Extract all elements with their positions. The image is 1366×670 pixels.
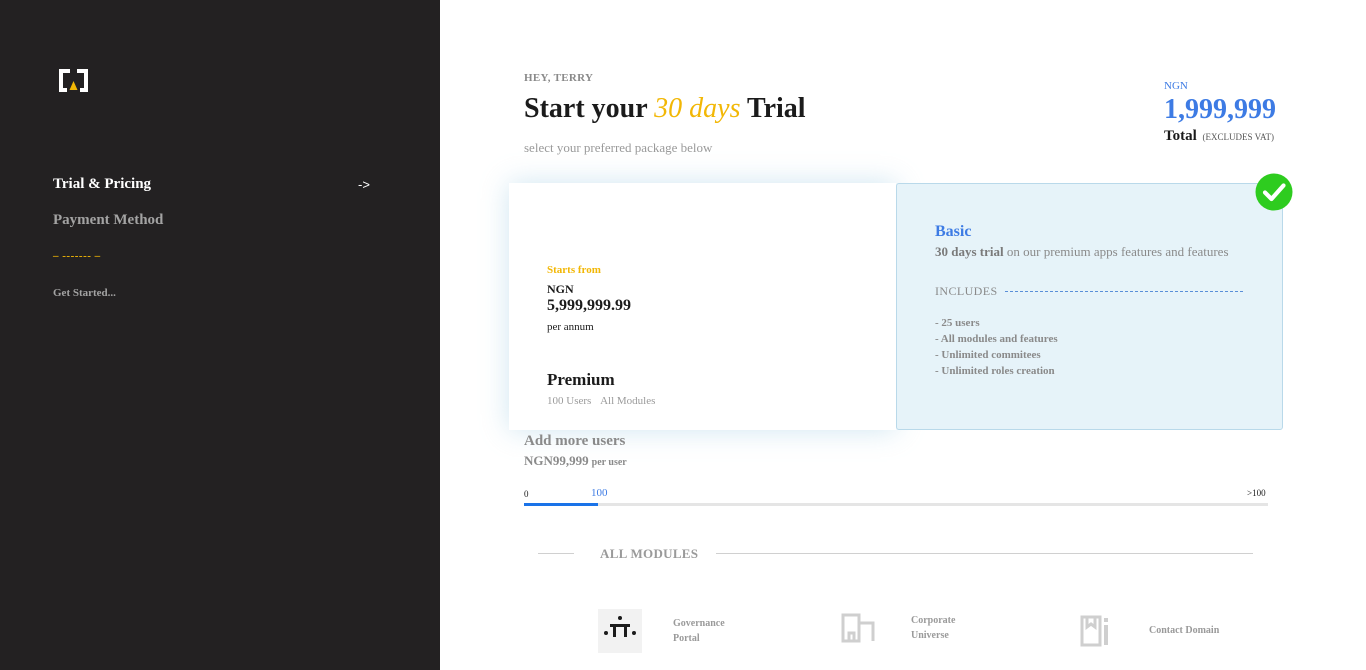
premium-features: 100 Users All Modules	[547, 395, 655, 407]
sidebar: Trial & Pricing -> Payment Method – ----…	[0, 0, 440, 670]
list-item: - All modules and features	[935, 333, 1058, 345]
list-item: - Unlimited commitees	[935, 349, 1041, 361]
corporate-universe-icon[interactable]	[837, 607, 881, 651]
module-label-line: Contact Domain	[1149, 625, 1220, 636]
module-label-corporate[interactable]: Corporate Universe	[911, 613, 955, 643]
nav-item-get-started[interactable]: Get Started...	[53, 287, 116, 299]
slider-min-label: 0	[524, 489, 529, 499]
nav-item-payment-method[interactable]: Payment Method	[53, 212, 163, 229]
basic-includes-list: - 25 users - All modules and features - …	[935, 315, 1058, 379]
total-currency: NGN	[1164, 80, 1188, 92]
modules-divider-right	[716, 553, 1253, 554]
basic-desc-rest: on our premium apps features and feature…	[1003, 244, 1229, 259]
add-users-price: NGN99,999 per user	[524, 453, 627, 469]
premium-currency: NGN	[547, 282, 574, 296]
total-amount: 1,999,999	[1164, 94, 1276, 125]
includes-divider	[1005, 291, 1243, 292]
contact-domain-icon[interactable]	[1076, 609, 1120, 653]
plan-card-premium[interactable]: Starts from NGN 5,999,999.99 per annum P…	[509, 183, 896, 430]
nav-divider: – ------- –	[53, 250, 101, 262]
premium-feature-modules: All Modules	[600, 395, 656, 407]
add-users-price-amount: NGN99,999	[524, 453, 589, 468]
modules-divider-left	[538, 553, 574, 554]
title-highlight: 30 days	[654, 93, 741, 124]
module-label-line: Universe	[911, 630, 949, 641]
greeting: HEY, TERRY	[524, 72, 594, 84]
basic-description: 30 days trial on our premium apps featur…	[935, 244, 1229, 260]
page-subtitle: select your preferred package below	[524, 140, 713, 155]
nav-item-trial-pricing[interactable]: Trial & Pricing	[53, 176, 151, 193]
add-users-per-user: per user	[591, 457, 627, 468]
nav-active-arrow: ->	[358, 177, 370, 192]
list-item: - 25 users	[935, 317, 980, 329]
basic-plan-name: Basic	[935, 223, 972, 240]
slider-value-label: 100	[591, 487, 608, 499]
title-prefix: Start your	[524, 93, 648, 124]
total-vat-note: (EXCLUDES VAT)	[1202, 132, 1274, 142]
title-suffix: Trial	[746, 93, 806, 124]
basic-desc-bold: 30 days trial	[935, 244, 1004, 259]
plan-card-basic[interactable]: Basic 30 days trial on our premium apps …	[896, 183, 1283, 430]
slider-max-label: >100	[1247, 488, 1266, 498]
premium-period: per annum	[547, 321, 594, 333]
check-circle-icon	[1255, 173, 1293, 211]
modules-heading: ALL MODULES	[600, 546, 699, 561]
total-label: Total (EXCLUDES VAT)	[1164, 128, 1274, 145]
module-label-line: Corporate	[911, 615, 956, 626]
bracket-logo-icon[interactable]	[59, 69, 88, 92]
basic-includes-heading: INCLUDES	[935, 284, 998, 298]
main-content: HEY, TERRY Start your 30 days Trial sele…	[440, 0, 1366, 670]
module-label-governance[interactable]: Governance Portal	[673, 616, 725, 646]
module-label-contact-domain[interactable]: Contact Domain	[1149, 623, 1219, 638]
list-item: - Unlimited roles creation	[935, 365, 1055, 377]
premium-plan-name: Premium	[547, 370, 615, 389]
premium-feature-users: 100 Users	[547, 395, 592, 407]
page-title: Start your 30 days Trial	[524, 93, 806, 125]
total-label-text: Total	[1164, 128, 1197, 144]
module-label-line: Portal	[673, 633, 700, 644]
premium-price: 5,999,999.99	[547, 297, 631, 314]
governance-portal-icon[interactable]	[598, 609, 642, 653]
module-label-line: Governance	[673, 618, 725, 629]
premium-starts-from: Starts from	[547, 264, 601, 276]
slider-fill[interactable]	[524, 503, 599, 506]
add-users-title: Add more users	[524, 433, 626, 449]
users-slider[interactable]	[524, 503, 1268, 506]
